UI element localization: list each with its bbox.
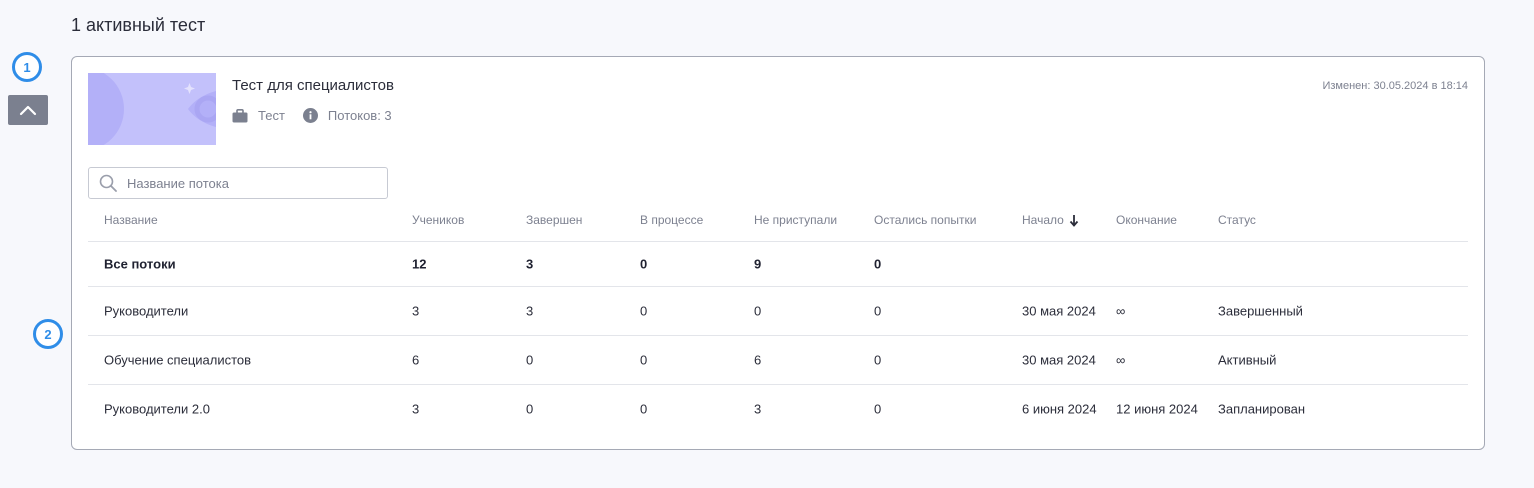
briefcase-icon — [232, 108, 248, 122]
col-header-in-progress[interactable]: В процессе — [640, 213, 703, 227]
col-header-start-label: Начало — [1022, 213, 1064, 227]
cell-start: 30 мая 2024 — [1022, 352, 1096, 368]
streams-table: Название Учеников Завершен В процессе Не… — [88, 199, 1468, 433]
thumbnail-illustration — [88, 73, 216, 145]
cell-name: Руководители — [104, 303, 189, 319]
table-header: Название Учеников Завершен В процессе Не… — [88, 199, 1468, 242]
stream-search[interactable] — [88, 167, 388, 199]
cell-in-progress: 0 — [640, 352, 648, 368]
modified-date: Изменен: 30.05.2024 в 18:14 — [1322, 80, 1468, 92]
cell-status: Запланирован — [1218, 401, 1306, 417]
cell-end: ∞ — [1116, 303, 1126, 319]
search-input[interactable] — [125, 174, 369, 192]
test-type-label: Тест — [258, 108, 285, 123]
col-header-students[interactable]: Учеников — [412, 213, 464, 227]
sort-down-icon — [1069, 214, 1078, 227]
cell-in-progress: 0 — [640, 401, 648, 417]
cell-end: ∞ — [1116, 352, 1126, 368]
step-marker-1: 1 — [12, 52, 42, 82]
cell-status: Завершенный — [1218, 303, 1303, 319]
cell-students: 3 — [412, 303, 420, 319]
col-header-completed[interactable]: Завершен — [526, 213, 582, 227]
cell-students: 3 — [412, 401, 420, 417]
streams-count-label: Потоков: 3 — [327, 108, 392, 123]
cell-not-started: 9 — [754, 256, 762, 272]
cell-completed: 3 — [526, 303, 534, 319]
col-header-status[interactable]: Статус — [1218, 213, 1256, 227]
cell-completed: 0 — [526, 401, 534, 417]
col-header-end[interactable]: Окончание — [1116, 213, 1177, 227]
cell-attempts-left: 0 — [874, 256, 882, 272]
cell-name: Все потоки — [104, 256, 176, 272]
cell-students: 12 — [412, 256, 427, 272]
col-header-not-started[interactable]: Не приступали — [754, 213, 837, 227]
test-meta: Тест Потоков: 3 — [232, 108, 410, 123]
info-icon — [302, 108, 318, 123]
cell-attempts-left: 0 — [874, 401, 882, 417]
test-type: Тест — [232, 108, 285, 123]
collapse-button[interactable] — [8, 95, 48, 125]
cell-not-started: 3 — [754, 401, 762, 417]
test-title[interactable]: Тест для специалистов — [232, 77, 394, 94]
cell-in-progress: 0 — [640, 256, 648, 272]
table-row[interactable]: Руководители 3 3 0 0 0 30 мая 2024 ∞ Зав… — [88, 287, 1468, 336]
step-marker-2: 2 — [33, 319, 63, 349]
cell-attempts-left: 0 — [874, 303, 882, 319]
cell-name: Руководители 2.0 — [104, 401, 210, 417]
test-card: Тест для специалистов Тест Потоков: 3 Из… — [71, 56, 1485, 450]
cell-not-started: 6 — [754, 352, 762, 368]
page-title: 1 активный тест — [71, 15, 206, 35]
cell-status: Активный — [1218, 352, 1277, 368]
table-row[interactable]: Руководители 2.0 3 0 0 3 0 6 июня 2024 1… — [88, 385, 1468, 433]
test-thumbnail — [88, 73, 216, 145]
cell-start: 30 мая 2024 — [1022, 303, 1096, 319]
cell-end: 12 июня 2024 — [1116, 401, 1198, 417]
col-header-attempts-left[interactable]: Остались попытки — [874, 213, 976, 227]
col-header-start[interactable]: Начало — [1022, 213, 1079, 227]
table-row[interactable]: Обучение специалистов 6 0 0 6 0 30 мая 2… — [88, 336, 1468, 385]
cell-students: 6 — [412, 352, 420, 368]
cell-completed: 0 — [526, 352, 534, 368]
search-icon — [99, 174, 117, 192]
cell-not-started: 0 — [754, 303, 762, 319]
cell-attempts-left: 0 — [874, 352, 882, 368]
cell-in-progress: 0 — [640, 303, 648, 319]
table-summary-row[interactable]: Все потоки 12 3 0 9 0 — [88, 242, 1468, 287]
streams-count: Потоков: 3 — [302, 108, 392, 123]
chevron-up-icon — [19, 105, 37, 116]
cell-start: 6 июня 2024 — [1022, 401, 1097, 417]
col-header-name[interactable]: Название — [104, 213, 158, 227]
cell-completed: 3 — [526, 256, 534, 272]
cell-name: Обучение специалистов — [104, 352, 252, 368]
